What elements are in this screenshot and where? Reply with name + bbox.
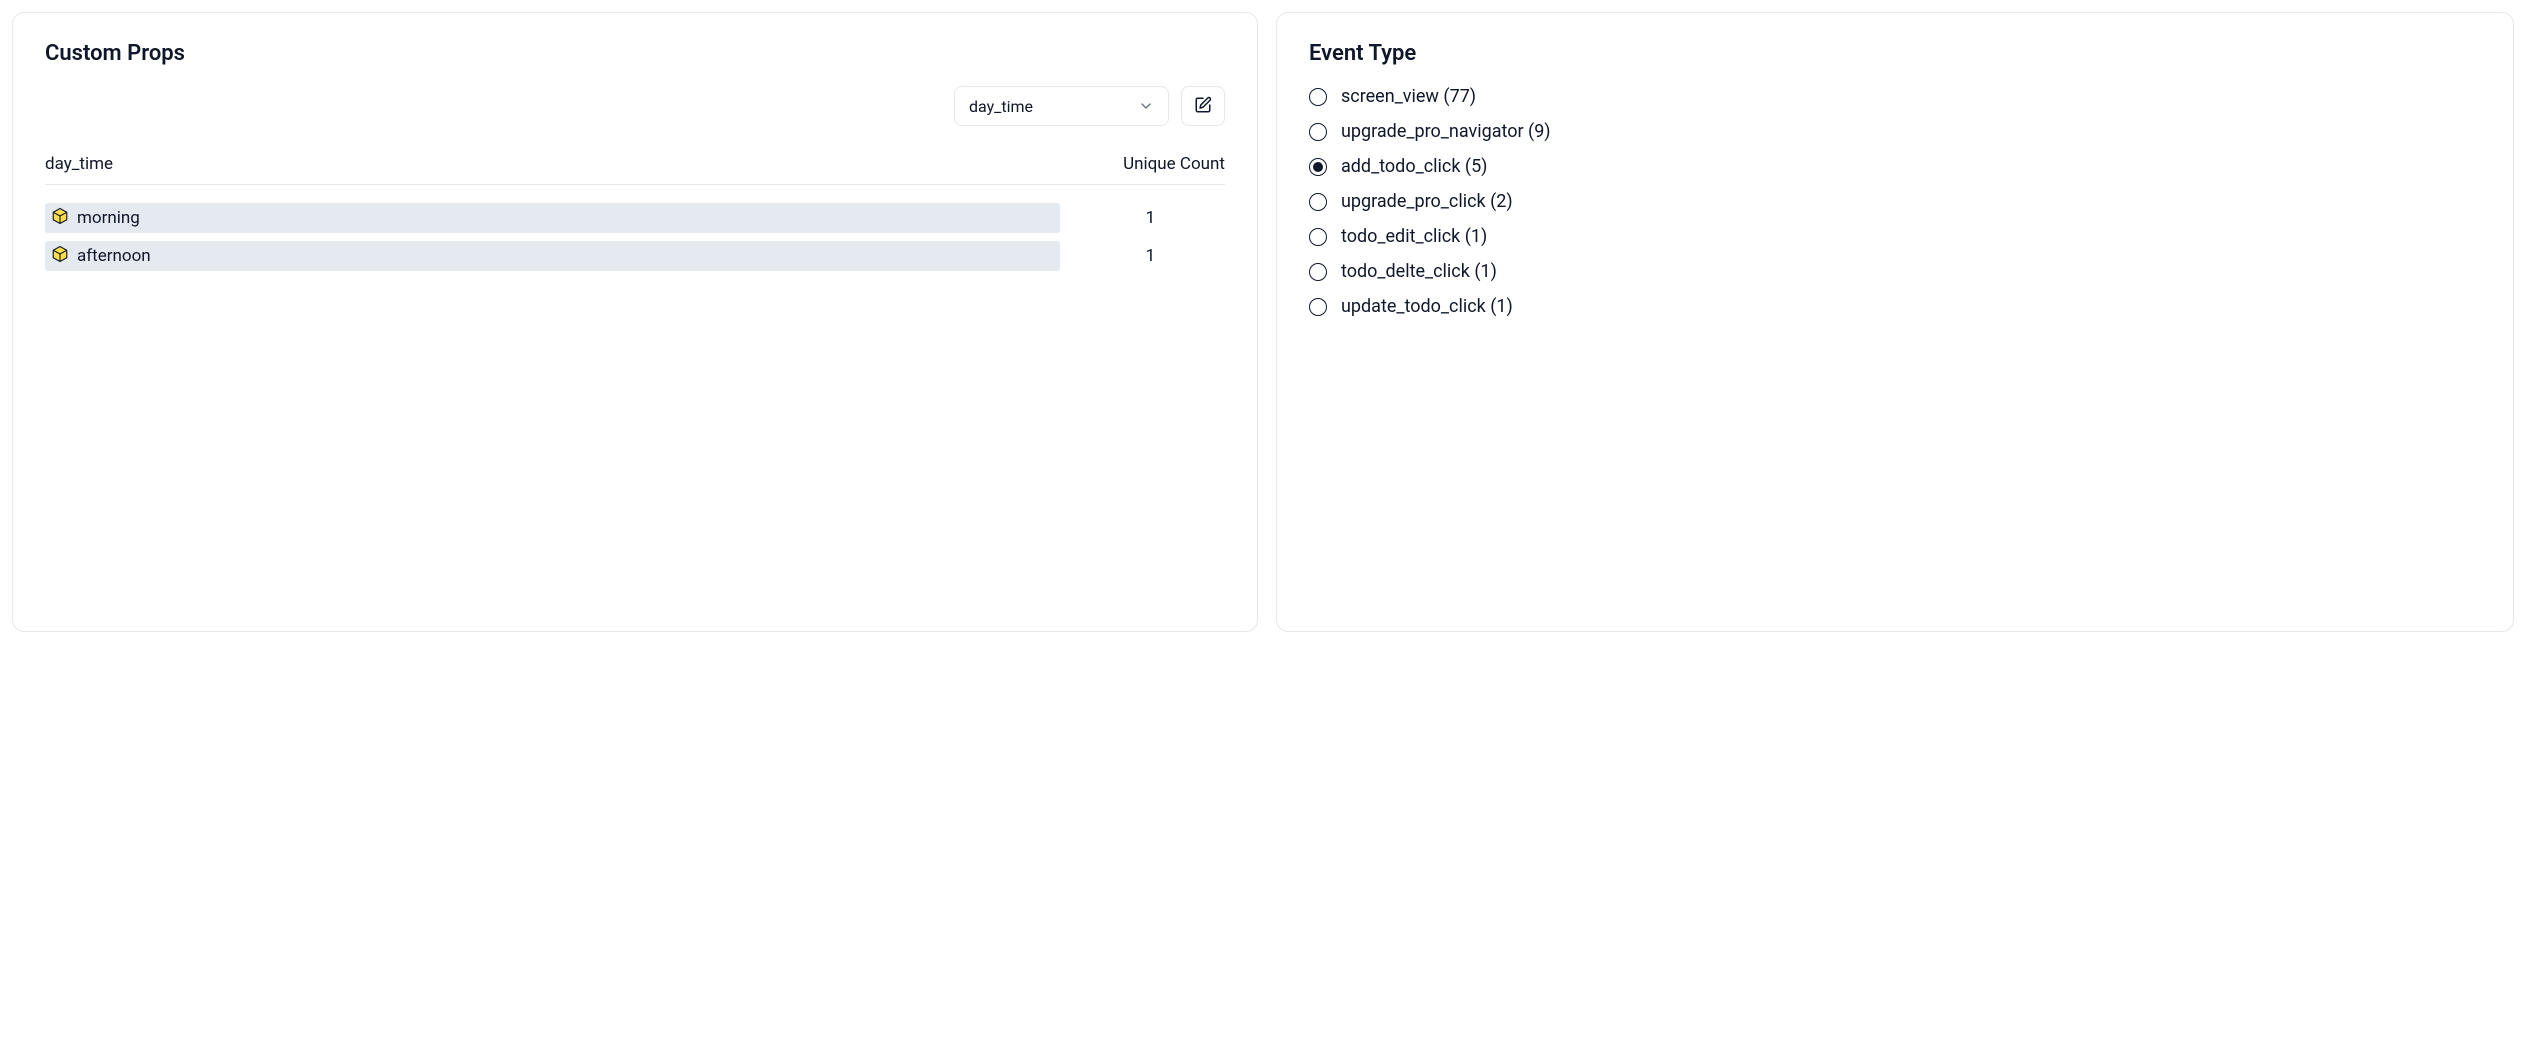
custom-props-toolbar: day_time — [45, 86, 1225, 126]
edit-button[interactable] — [1181, 86, 1225, 126]
row-count: 1 — [1076, 246, 1225, 266]
event-label: todo_edit_click (1) — [1341, 226, 1487, 247]
custom-props-card: Custom Props day_time day_time Unique Co… — [12, 12, 1258, 632]
props-table-header: day_time Unique Count — [45, 154, 1225, 185]
event-type-card: Event Type screen_view (77) upgrade_pro_… — [1276, 12, 2514, 632]
props-table-body: morning 1 afternoon 1 — [45, 203, 1225, 271]
event-label: upgrade_pro_navigator (9) — [1341, 121, 1551, 142]
event-label: add_todo_click (5) — [1341, 156, 1487, 177]
prop-select-value: day_time — [969, 97, 1033, 116]
event-type-item[interactable]: todo_delte_click (1) — [1309, 261, 2481, 282]
row-bar: morning — [45, 203, 1060, 233]
event-type-title: Event Type — [1309, 41, 2481, 66]
event-label: todo_delte_click (1) — [1341, 261, 1497, 282]
row-count: 1 — [1076, 208, 1225, 228]
radio-icon — [1309, 88, 1327, 106]
event-type-item[interactable]: todo_edit_click (1) — [1309, 226, 2481, 247]
event-type-item[interactable]: screen_view (77) — [1309, 86, 2481, 107]
row-bar: afternoon — [45, 241, 1060, 271]
radio-icon — [1309, 228, 1327, 246]
event-label: update_todo_click (1) — [1341, 296, 1513, 317]
event-type-list: screen_view (77) upgrade_pro_navigator (… — [1309, 86, 2481, 317]
radio-icon — [1309, 263, 1327, 281]
custom-props-title: Custom Props — [45, 41, 1225, 66]
table-row[interactable]: afternoon 1 — [45, 241, 1225, 271]
event-type-item[interactable]: add_todo_click (5) — [1309, 156, 2481, 177]
radio-icon — [1309, 158, 1327, 176]
event-label: screen_view (77) — [1341, 86, 1476, 107]
chevron-down-icon — [1138, 98, 1154, 114]
row-label: afternoon — [77, 246, 151, 266]
box-icon — [51, 245, 69, 267]
row-label: morning — [77, 208, 140, 228]
radio-icon — [1309, 298, 1327, 316]
edit-icon — [1194, 96, 1212, 117]
radio-icon — [1309, 123, 1327, 141]
event-type-item[interactable]: upgrade_pro_navigator (9) — [1309, 121, 2481, 142]
box-icon — [51, 207, 69, 229]
event-type-item[interactable]: upgrade_pro_click (2) — [1309, 191, 2481, 212]
event-type-item[interactable]: update_todo_click (1) — [1309, 296, 2481, 317]
radio-icon — [1309, 193, 1327, 211]
props-col-count: Unique Count — [1123, 154, 1225, 174]
prop-select[interactable]: day_time — [954, 86, 1169, 126]
event-label: upgrade_pro_click (2) — [1341, 191, 1513, 212]
table-row[interactable]: morning 1 — [45, 203, 1225, 233]
props-col-prop: day_time — [45, 154, 113, 174]
